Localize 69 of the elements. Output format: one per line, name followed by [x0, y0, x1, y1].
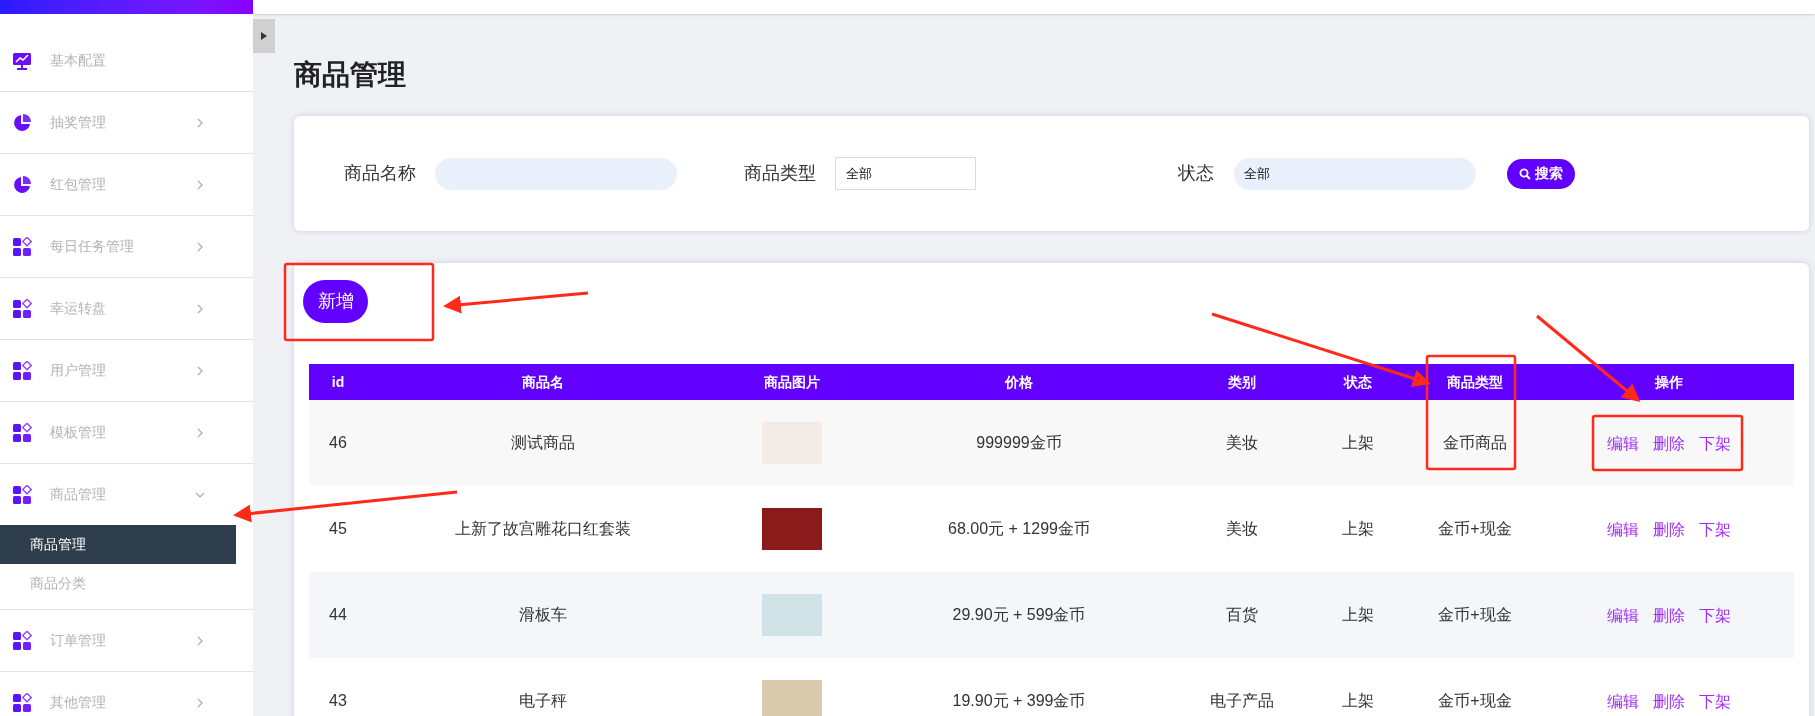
add-button[interactable]: 新增 [303, 280, 368, 323]
apps-grid-icon [12, 360, 32, 381]
table-cell-text: 金币商品 [1442, 433, 1508, 453]
action-link[interactable]: 删除 [1653, 690, 1685, 714]
apps-grid-icon [12, 630, 32, 651]
table-cell-text: 金币+现金 [1437, 691, 1513, 711]
table-cell-text: 上新了故宫雕花口红套装 [454, 519, 632, 539]
column-header: 价格 [1003, 372, 1034, 392]
table-cell-text: 电子秤 [518, 691, 568, 711]
photo-placeholder [762, 508, 822, 550]
action-link[interactable]: 编辑 [1607, 518, 1639, 542]
column-header: id [330, 372, 346, 392]
table-cell-text: 45 [328, 519, 348, 539]
search-button[interactable]: 搜索 [1507, 158, 1575, 189]
field-label: 商品名称 [344, 162, 417, 185]
table-cell-text: 999999金币 [975, 433, 1063, 453]
table-cell-text: 百货 [1224, 605, 1259, 625]
column-header: 类别 [1226, 372, 1257, 392]
search-icon [1519, 167, 1531, 180]
table-cell-text: 美妆 [1224, 519, 1259, 539]
pie-chart-icon [12, 112, 32, 133]
table-cell-text: 29.90元 + 599金币 [951, 605, 1087, 625]
table-cell-text: 68.00元 + 1299金币 [947, 519, 1091, 539]
photo-placeholder [762, 680, 822, 716]
apps-grid-icon [12, 484, 32, 505]
field-label: 商品类型 [744, 162, 817, 185]
action-link[interactable]: 编辑 [1607, 432, 1639, 456]
table-cell-text: 金币+现金 [1437, 605, 1513, 625]
submenu-item[interactable]: 商品管理 [0, 525, 236, 564]
table-cell-text: 上架 [1341, 691, 1375, 711]
page-title: 商品管理 [294, 58, 406, 92]
column-header: 商品图片 [763, 372, 821, 392]
apps-grid-icon [12, 692, 32, 713]
table-cell-text: 44 [328, 605, 348, 625]
action-link[interactable]: 编辑 [1607, 690, 1639, 714]
apps-grid-icon [12, 236, 32, 257]
table-cell-text: 测试商品 [510, 433, 576, 453]
status-select[interactable]: 全部 [1234, 157, 1476, 190]
product-type-select[interactable]: 全部 [835, 157, 976, 190]
apps-grid-icon [12, 422, 32, 443]
caret-right-icon [261, 32, 267, 40]
field-label: 状态 [1178, 162, 1215, 185]
sidebar-toggle-button[interactable] [253, 19, 275, 53]
table-cell-text: 美妆 [1224, 433, 1259, 453]
table-cell-text: 上架 [1341, 519, 1375, 539]
action-link[interactable]: 删除 [1653, 604, 1685, 628]
monitor-chart-icon [12, 50, 32, 71]
table-cell-text: 43 [328, 691, 348, 711]
table-cell-text: 上架 [1341, 433, 1375, 453]
action-link[interactable]: 下架 [1699, 432, 1731, 456]
table-cell-text: 19.90元 + 399金币 [951, 691, 1087, 711]
pie-chart-icon [12, 174, 32, 195]
action-link[interactable]: 删除 [1653, 432, 1685, 456]
action-link[interactable]: 编辑 [1607, 604, 1639, 628]
column-header: 操作 [1654, 372, 1684, 392]
action-link[interactable]: 下架 [1699, 604, 1731, 628]
column-header: 商品类型 [1446, 372, 1504, 392]
table-cell-text: 金币+现金 [1437, 519, 1513, 539]
table-cell-text: 46 [328, 433, 348, 453]
action-link[interactable]: 删除 [1653, 518, 1685, 542]
table-cell-text: 电子产品 [1208, 691, 1275, 711]
table-cell-text: 滑板车 [518, 605, 568, 625]
column-header: 状态 [1342, 372, 1373, 392]
column-header: 商品名 [521, 372, 565, 392]
action-link[interactable]: 下架 [1699, 518, 1731, 542]
action-link[interactable]: 下架 [1699, 690, 1731, 714]
apps-grid-icon [12, 298, 32, 319]
photo-placeholder [762, 594, 822, 636]
table-cell-text: 上架 [1341, 605, 1375, 625]
